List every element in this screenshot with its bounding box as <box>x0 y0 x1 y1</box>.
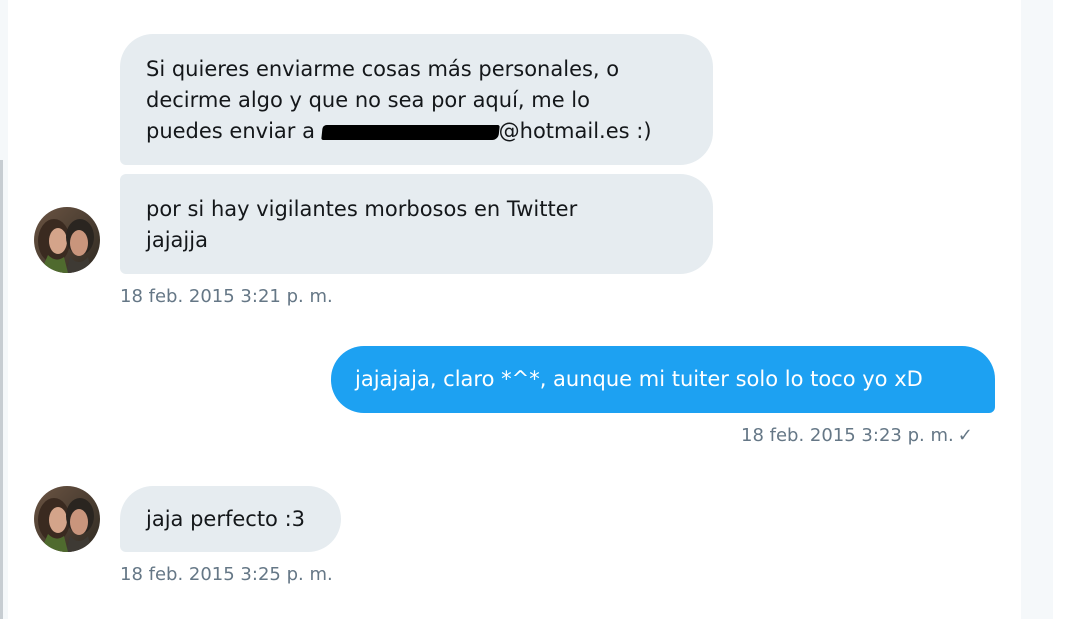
message-timestamp: 18 feb. 2015 3:23 p. m. ✓ <box>741 425 973 446</box>
checkmark-icon: ✓ <box>957 425 973 446</box>
message-timestamp: 18 feb. 2015 3:25 p. m. <box>120 564 333 585</box>
message-text: jajajaja, claro *^*, aunque mi tuiter so… <box>355 367 923 391</box>
message-text-line: por si hay vigilantes morbosos en Twitte… <box>146 197 578 221</box>
message-list[interactable]: Si quieres enviarme cosas más personales… <box>8 0 1021 619</box>
sent-message-bubble[interactable]: jajajaja, claro *^*, aunque mi tuiter so… <box>331 346 995 413</box>
avatar-photo-icon <box>34 207 100 273</box>
avatar-photo-icon <box>34 486 100 552</box>
dm-conversation-screen: Si quieres enviarme cosas más personales… <box>0 0 1079 619</box>
sender-avatar[interactable] <box>34 207 100 273</box>
redacted-email-bar <box>320 125 500 140</box>
message-timestamp: 18 feb. 2015 3:21 p. m. <box>120 286 333 307</box>
message-text-line: Si quieres enviarme cosas más personales… <box>146 57 620 81</box>
message-text-line: puedes enviar a @hotmail.es :) <box>146 116 687 147</box>
message-text-line: decirme algo y que no sea por aquí, me l… <box>146 88 590 112</box>
message-text: jaja perfecto :3 <box>146 507 306 531</box>
sender-avatar[interactable] <box>34 486 100 552</box>
left-divider <box>0 160 3 619</box>
received-message-bubble[interactable]: jaja perfecto :3 <box>120 486 341 552</box>
message-text-line: jajajja <box>146 228 208 252</box>
sent-timestamp-text: 18 feb. 2015 3:23 p. m. <box>741 425 954 446</box>
received-message-bubble[interactable]: por si hay vigilantes morbosos en Twitte… <box>120 174 713 274</box>
right-gutter <box>1053 0 1079 619</box>
message-text-prefix: puedes enviar a <box>146 119 322 143</box>
received-message-bubble[interactable]: Si quieres enviarme cosas más personales… <box>120 34 713 165</box>
email-domain-text: @hotmail.es :) <box>498 119 652 143</box>
